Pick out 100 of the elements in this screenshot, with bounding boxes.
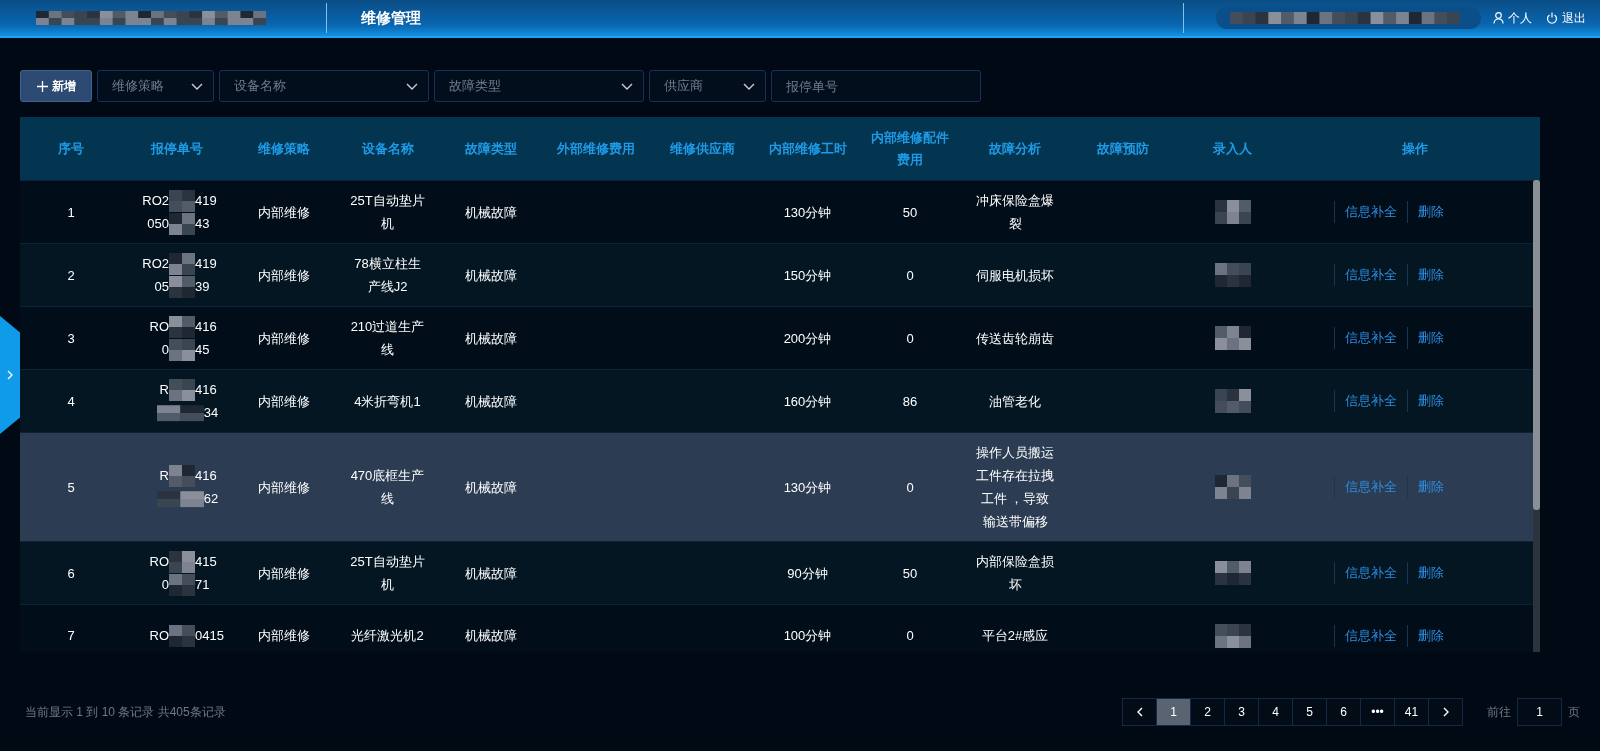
table-cell-text: 39 bbox=[195, 278, 211, 296]
page-button[interactable]: 2 bbox=[1190, 698, 1225, 726]
delete-link[interactable]: 删除 bbox=[1407, 201, 1454, 223]
table-cell-text: 冲床保险盒爆裂 bbox=[975, 192, 1055, 233]
scrollbar[interactable] bbox=[1533, 180, 1540, 652]
blurred-area bbox=[169, 338, 195, 361]
delete-link[interactable]: 删除 bbox=[1407, 562, 1454, 584]
plus-icon bbox=[36, 80, 48, 92]
column-header: 设备名称 bbox=[361, 140, 414, 156]
table-cell-text: 0 bbox=[160, 576, 169, 594]
blurred-area bbox=[169, 212, 195, 235]
chevron-right-icon bbox=[7, 370, 13, 380]
table-cell-text: 050 bbox=[146, 215, 169, 233]
page-button[interactable]: 5 bbox=[1292, 698, 1327, 726]
blurred-area bbox=[169, 252, 195, 275]
table-cell-text: 伺服电机损坏 bbox=[975, 266, 1055, 285]
table-cell-text: RO bbox=[148, 318, 169, 336]
table-cell-text: 0 bbox=[160, 341, 169, 359]
page-button[interactable]: ••• bbox=[1360, 698, 1395, 726]
blurred-area bbox=[1214, 623, 1251, 648]
table-cell-text: 内部保险盒损坏 bbox=[975, 553, 1055, 594]
add-button[interactable]: 新增 bbox=[20, 70, 92, 102]
table-cell: 0 bbox=[906, 628, 914, 644]
column-header: 操作 bbox=[1402, 140, 1428, 156]
logout-link[interactable]: 退出 bbox=[1546, 9, 1586, 27]
delete-link[interactable]: 删除 bbox=[1407, 390, 1454, 412]
blurred-area bbox=[1214, 200, 1251, 224]
edit-link[interactable]: 信息补全 bbox=[1334, 624, 1407, 647]
table-cell: 内部维修 bbox=[257, 267, 310, 283]
table-cell-text: 25T自动垫片机 bbox=[349, 553, 426, 594]
table-cell: 0 bbox=[906, 479, 914, 495]
record-summary: 当前显示 1 到 10 条记录 共405条记录 bbox=[25, 703, 227, 721]
edit-link[interactable]: 信息补全 bbox=[1334, 476, 1407, 498]
page-button[interactable]: 4 bbox=[1258, 698, 1293, 726]
table-cell-text: 油管老化 bbox=[988, 392, 1042, 411]
table-cell: 130分钟 bbox=[783, 479, 832, 495]
table-cell: 内部维修 bbox=[257, 628, 310, 644]
page-button[interactable]: 6 bbox=[1326, 698, 1361, 726]
profile-link[interactable]: 个人 bbox=[1493, 9, 1532, 27]
delete-link[interactable]: 删除 bbox=[1407, 476, 1454, 498]
table-cell: 150分钟 bbox=[783, 267, 832, 283]
filter-dropdown[interactable]: 供应商 bbox=[649, 70, 766, 102]
power-icon bbox=[1546, 12, 1558, 24]
table-cell: 1 bbox=[67, 204, 75, 220]
table-cell: 6 bbox=[67, 565, 75, 581]
table-cell-text: R bbox=[158, 467, 169, 485]
table-cell-text: RO bbox=[148, 553, 169, 571]
goto-label: 前往 bbox=[1487, 703, 1511, 721]
delete-link[interactable]: 删除 bbox=[1407, 264, 1454, 286]
column-header: 报停单号 bbox=[151, 140, 203, 156]
blurred-area bbox=[169, 315, 195, 338]
table-cell: 2 bbox=[67, 267, 75, 283]
blurred-area bbox=[1214, 389, 1251, 413]
search-field[interactable]: 报停单号 bbox=[771, 70, 981, 102]
filter-dropdown[interactable]: 故障类型 bbox=[434, 70, 644, 102]
table-cell-text: 419 bbox=[195, 255, 218, 273]
column-header: 维修策略 bbox=[257, 140, 310, 156]
column-header: 外部维修费用 bbox=[557, 140, 635, 156]
column-header: 录入人 bbox=[1213, 140, 1252, 156]
table-cell: 机械故障 bbox=[465, 479, 517, 495]
edit-link[interactable]: 信息补全 bbox=[1334, 390, 1407, 412]
table-cell-text: RO2 bbox=[141, 192, 169, 210]
page-title: 维修管理 bbox=[361, 8, 422, 28]
next-page-button[interactable] bbox=[1428, 698, 1463, 726]
blurred-area bbox=[1214, 561, 1251, 585]
table-cell-text: 0415 bbox=[195, 627, 225, 646]
table-cell: 机械故障 bbox=[465, 393, 517, 409]
table-cell: 130分钟 bbox=[783, 204, 832, 220]
delete-link[interactable]: 删除 bbox=[1407, 327, 1454, 349]
edit-link[interactable]: 信息补全 bbox=[1334, 264, 1407, 286]
previous-page-button[interactable] bbox=[1122, 698, 1157, 726]
table-cell-text: 操作人员搬运工件存在拉拽工件 ，导致输送带偏移 bbox=[975, 444, 1055, 531]
filter-dropdown[interactable]: 设备名称 bbox=[219, 70, 429, 102]
table-cell-text: 平台2#感应 bbox=[980, 627, 1050, 646]
edit-link[interactable]: 信息补全 bbox=[1334, 562, 1407, 584]
edit-link[interactable]: 信息补全 bbox=[1334, 327, 1407, 349]
table-cell: 0 bbox=[906, 330, 914, 346]
table-cell-text: 43 bbox=[195, 215, 211, 233]
table-cell-text: 416 bbox=[195, 467, 218, 485]
column-header: 内部维修工时 bbox=[768, 140, 847, 156]
edit-link[interactable]: 信息补全 bbox=[1334, 201, 1407, 223]
table-cell: 50 bbox=[902, 204, 918, 220]
page-button[interactable]: 1 bbox=[1156, 698, 1191, 726]
filter-dropdown[interactable]: 维修策略 bbox=[97, 70, 214, 102]
delete-link[interactable]: 删除 bbox=[1407, 624, 1454, 647]
chevron-down-icon bbox=[621, 82, 633, 90]
table-cell-text: 78横立柱生产线J2 bbox=[353, 255, 422, 296]
table-cell-text: 62 bbox=[203, 490, 220, 508]
table-cell-text: 传送齿轮崩齿 bbox=[975, 329, 1055, 348]
table-cell-text: 光纤激光机2 bbox=[350, 627, 425, 646]
table-cell: 内部维修 bbox=[257, 565, 310, 581]
page-button[interactable]: 3 bbox=[1224, 698, 1259, 726]
table-cell: 5 bbox=[67, 479, 75, 495]
table-cell: 90分钟 bbox=[787, 565, 828, 581]
table-cell: 内部维修 bbox=[257, 479, 310, 495]
table-cell: 100分钟 bbox=[783, 628, 832, 644]
page-button[interactable]: 41 bbox=[1394, 698, 1429, 726]
blurred-area bbox=[169, 624, 195, 647]
column-header: 故障分析 bbox=[989, 140, 1041, 156]
page-input[interactable]: 1 bbox=[1517, 698, 1562, 726]
